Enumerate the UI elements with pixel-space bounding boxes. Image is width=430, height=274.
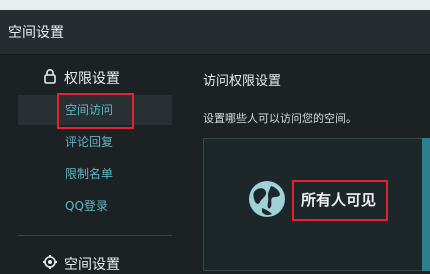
- sidebar-item-label: QQ登录: [65, 199, 108, 213]
- sidebar-item-restricted-list[interactable]: 限制名单: [18, 159, 172, 189]
- top-strip: [0, 0, 430, 10]
- highlight-box-space-access: [57, 93, 134, 129]
- group-permissions-label: 权限设置: [64, 71, 120, 87]
- group-space-settings-label: 空间设置: [64, 257, 120, 273]
- page-title: 访问权限设置: [203, 74, 282, 89]
- lock-icon: [42, 68, 58, 88]
- panel-side-accent: [422, 138, 430, 271]
- sidebar: 权限设置 空间访问 评论回复 限制名单 QQ登录 空间设置: [0, 55, 180, 274]
- sidebar-item-label: 限制名单: [65, 167, 114, 181]
- sidebar-item-qq-login[interactable]: QQ登录: [18, 191, 172, 221]
- group-space-settings[interactable]: 空间设置: [42, 254, 120, 274]
- main-content: 访问权限设置 设置哪些人可以访问您的空间。 所有人可见: [180, 55, 430, 271]
- window-title: 空间设置: [8, 25, 64, 41]
- title-bar: 空间设置: [0, 10, 430, 55]
- group-permissions[interactable]: 权限设置: [42, 68, 120, 88]
- sidebar-divider: [18, 235, 172, 236]
- gear-icon: [42, 254, 58, 274]
- sidebar-item-comment-reply[interactable]: 评论回复: [18, 127, 172, 157]
- sidebar-item-label: 评论回复: [65, 135, 114, 149]
- globe-icon: [247, 179, 287, 223]
- highlight-box-everyone-visible: [292, 180, 388, 221]
- page-description: 设置哪些人可以访问您的空间。: [203, 112, 357, 125]
